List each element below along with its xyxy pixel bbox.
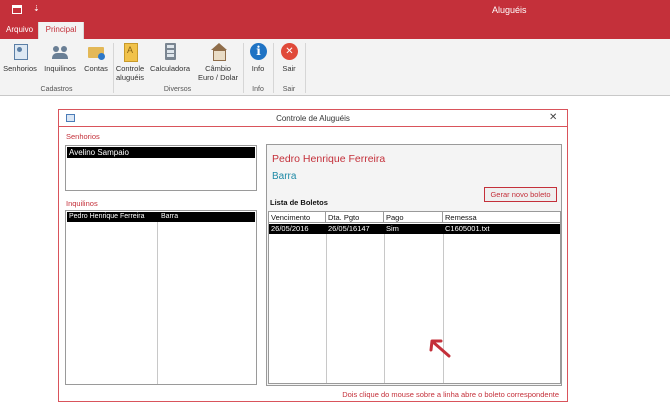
column-divider bbox=[157, 222, 158, 384]
ribbon: Senhorios Inquilinos Contas Cadastros Co… bbox=[0, 39, 670, 96]
tab-principal[interactable]: Principal bbox=[38, 22, 84, 39]
cell-dta-pgto: 26/05/16147 bbox=[328, 224, 370, 233]
contas-label: Contas bbox=[84, 64, 108, 73]
tenant-detail-panel: Pedro Henrique Ferreira Barra Gerar novo… bbox=[266, 144, 562, 386]
column-header-dta-pgto[interactable]: Dta. Pgto bbox=[326, 212, 384, 223]
group-label-sair: Sair bbox=[282, 86, 296, 93]
dialog-title-bar: Controle de Aluguéis ✕ bbox=[59, 110, 567, 127]
gerar-novo-boleto-button[interactable]: Gerar novo boleto bbox=[484, 187, 557, 202]
controle-alugueis-button[interactable]: Controle aluguéis bbox=[115, 43, 145, 82]
tenant-location: Barra bbox=[272, 171, 297, 182]
controle-label-line1: Controle bbox=[115, 64, 145, 73]
group-label-diversos: Diversos bbox=[163, 86, 192, 93]
table-row[interactable]: 26/05/2016 26/05/16147 Sim C1605001.txt bbox=[269, 224, 560, 234]
column-header-remessa[interactable]: Remessa bbox=[443, 212, 560, 223]
controle-label-line2: aluguéis bbox=[116, 73, 144, 82]
table-header: Vencimento Dta. Pgto Pago Remessa bbox=[269, 212, 560, 223]
info-button[interactable]: Info bbox=[246, 43, 270, 73]
group-label-info: Info bbox=[252, 86, 264, 93]
house-icon bbox=[209, 43, 227, 61]
cambio-button[interactable]: Câmbio Euro / Dolar bbox=[196, 43, 240, 82]
group-separator bbox=[273, 43, 274, 93]
tab-arquivo[interactable]: Arquivo bbox=[0, 22, 39, 39]
contas-folder-icon bbox=[87, 43, 105, 61]
column-divider bbox=[326, 234, 327, 383]
close-icon[interactable]: ✕ bbox=[549, 112, 557, 123]
calculadora-button[interactable]: Calculadora bbox=[149, 43, 191, 73]
footer-hint: Dois clique do mouse sobre a linha abre … bbox=[342, 390, 559, 399]
sair-label: Sair bbox=[282, 64, 296, 73]
column-header-vencimento[interactable]: Vencimento bbox=[269, 212, 326, 223]
column-divider bbox=[443, 234, 444, 383]
ribbon-tab-bar: Arquivo Principal bbox=[0, 22, 670, 39]
dialog-title: Controle de Aluguéis bbox=[276, 114, 350, 123]
column-divider bbox=[384, 234, 385, 383]
calculadora-label: Calculadora bbox=[149, 64, 191, 73]
controle-alugueis-dialog: Controle de Aluguéis ✕ Senhorios Avelino… bbox=[58, 109, 568, 402]
title-bar: ⇣ Aluguéis bbox=[0, 0, 670, 22]
boletos-list-title: Lista de Boletos bbox=[270, 198, 328, 207]
cell-vencimento: 26/05/2016 bbox=[271, 224, 309, 233]
senhorios-label: Senhorios bbox=[66, 132, 100, 141]
red-arrow-annotation-icon bbox=[429, 339, 451, 358]
senhorios-button[interactable]: Senhorios bbox=[2, 43, 38, 73]
cambio-label-line1: Câmbio bbox=[205, 64, 231, 73]
group-separator bbox=[113, 43, 114, 93]
tenant-name: Pedro Henrique Ferreira bbox=[272, 153, 386, 165]
senhorios-list[interactable]: Avelino Sampaio bbox=[65, 145, 257, 191]
group-separator bbox=[243, 43, 244, 93]
list-item[interactable]: Avelino Sampaio bbox=[67, 147, 255, 158]
inquilinos-button[interactable]: Inquilinos bbox=[41, 43, 79, 73]
group-separator bbox=[305, 43, 306, 93]
inquilinos-label: Inquilinos bbox=[44, 64, 76, 73]
senhorios-icon bbox=[11, 43, 29, 61]
senhorios-label: Senhorios bbox=[3, 64, 37, 73]
controle-alugueis-icon bbox=[121, 43, 139, 62]
exit-icon bbox=[280, 43, 298, 61]
list-item[interactable]: Pedro Henrique Ferreira Barra bbox=[67, 212, 255, 222]
inquilinos-icon bbox=[51, 43, 69, 61]
info-icon bbox=[249, 43, 267, 61]
inquilinos-list[interactable]: Pedro Henrique Ferreira Barra bbox=[65, 210, 257, 385]
column-header-pago[interactable]: Pago bbox=[384, 212, 443, 223]
inquilino-location: Barra bbox=[161, 213, 179, 220]
sair-button[interactable]: Sair bbox=[276, 43, 302, 73]
inquilino-name: Pedro Henrique Ferreira bbox=[69, 213, 145, 220]
info-label: Info bbox=[251, 64, 265, 73]
cell-remessa: C1605001.txt bbox=[445, 224, 490, 233]
contas-button[interactable]: Contas bbox=[81, 43, 111, 73]
cambio-label-line2: Euro / Dolar bbox=[197, 73, 239, 82]
window-title: Aluguéis bbox=[492, 5, 527, 15]
group-label-cadastros: Cadastros bbox=[40, 86, 73, 93]
boletos-table[interactable]: Vencimento Dta. Pgto Pago Remessa 26/05/… bbox=[268, 211, 561, 384]
inquilinos-label: Inquilinos bbox=[66, 199, 98, 208]
calculator-icon bbox=[161, 43, 179, 61]
cell-pago: Sim bbox=[386, 224, 399, 233]
